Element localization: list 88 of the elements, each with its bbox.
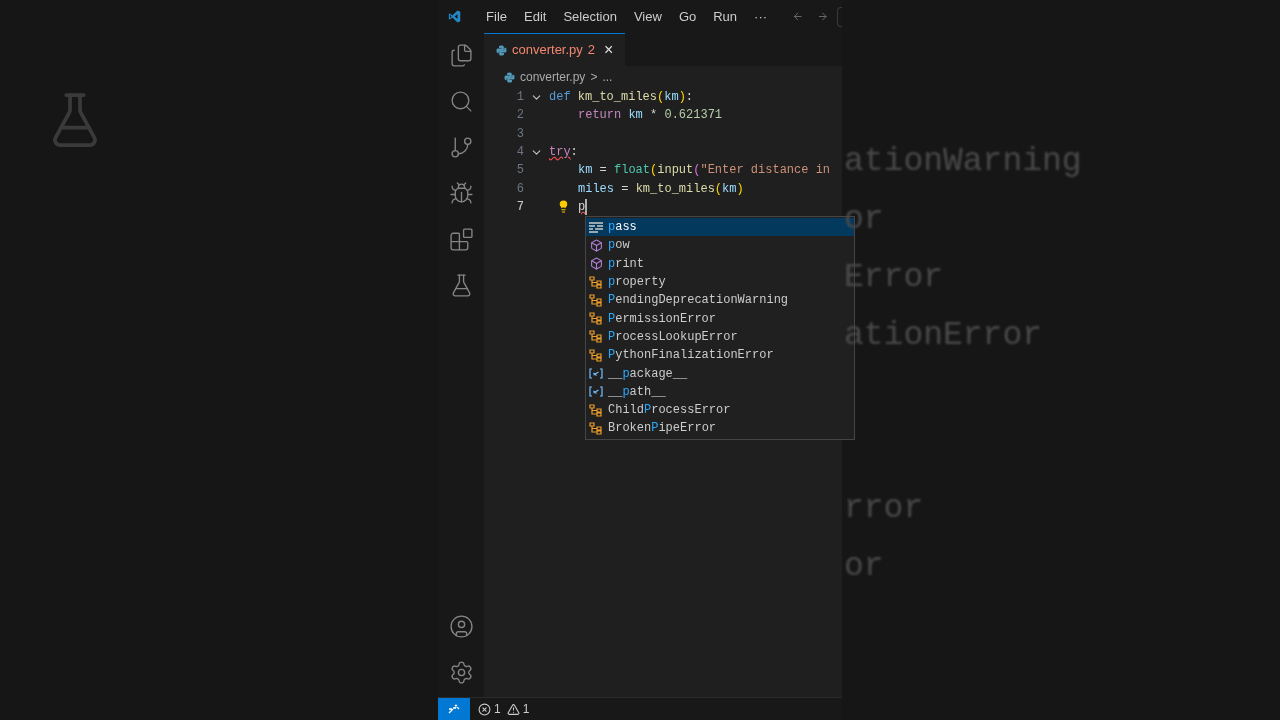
breadcrumb-item[interactable]: converter.py: [520, 68, 586, 86]
python-file-icon: [504, 71, 515, 83]
suggestion-item[interactable]: BrokenPipeError: [586, 419, 854, 438]
account-icon[interactable]: [448, 614, 474, 639]
suggestion-item[interactable]: pow: [586, 236, 854, 255]
suggestion-item[interactable]: PermissionError: [586, 309, 854, 328]
code-token: input: [657, 162, 694, 180]
class-icon: [589, 275, 603, 289]
class-icon: [589, 312, 603, 326]
cube-icon: [589, 257, 603, 271]
breadcrumb-item[interactable]: ...: [602, 68, 613, 86]
line-number: 7: [515, 198, 524, 216]
menu-item[interactable]: Run: [705, 4, 746, 29]
suggestion-item[interactable]: PythonFinalizationError: [586, 346, 854, 365]
breadcrumb-separator: >: [590, 69, 598, 86]
menu-item[interactable]: File: [478, 4, 516, 29]
tab-filename: converter.py: [512, 41, 583, 60]
class-icon: [589, 403, 603, 417]
line-number: 3: [515, 125, 524, 143]
code-token: km_to_miles: [635, 180, 715, 198]
suggestion-item[interactable]: ProcessLookupError: [586, 327, 854, 347]
code-token: km_to_miles: [577, 89, 658, 107]
variable-icon: [589, 386, 603, 398]
code-token: def: [549, 89, 572, 107]
warning-icon: [506, 702, 520, 716]
code-token: float: [614, 162, 651, 180]
menu-item[interactable]: Edit: [516, 4, 555, 29]
menu-item[interactable]: ···: [746, 4, 776, 29]
code-token: ): [678, 89, 686, 107]
suggestion-item[interactable]: ChildProcessError: [586, 400, 854, 420]
line-number: 5: [515, 162, 524, 180]
code-token: "Enter distance in: [700, 162, 831, 180]
line-number: 4: [515, 144, 524, 162]
code-token: :: [570, 144, 578, 162]
extensions-icon[interactable]: [448, 227, 474, 252]
search-icon[interactable]: [448, 89, 474, 114]
remote-button[interactable]: [438, 698, 470, 720]
keyword-icon: [589, 221, 603, 233]
cube-icon: [589, 238, 603, 252]
code-token: km: [664, 89, 679, 107]
remote-icon: [448, 704, 460, 714]
code-token: 0.621371: [664, 107, 723, 125]
run-debug-icon[interactable]: [448, 181, 474, 206]
suggestion-item[interactable]: __path__: [586, 382, 854, 401]
files-icon[interactable]: [448, 43, 474, 68]
error-icon: [478, 702, 491, 716]
menu-item[interactable]: Go: [670, 4, 705, 29]
code-token: return: [578, 107, 623, 125]
line-number: 6: [515, 180, 524, 198]
settings-icon[interactable]: [448, 660, 474, 685]
menu-item[interactable]: Selection: [555, 4, 625, 29]
warning-count: 1: [522, 701, 530, 718]
code-token: (: [657, 89, 665, 107]
close-tab-button[interactable]: ×: [604, 38, 614, 62]
problems-button[interactable]: 1 1: [478, 700, 530, 718]
code-token: try: [549, 144, 571, 162]
code-token: km: [722, 180, 737, 198]
problem-count: 2: [587, 41, 596, 60]
code-token: (: [650, 162, 658, 180]
class-icon: [589, 293, 603, 307]
code-token: miles: [578, 180, 614, 198]
code-token: km: [578, 162, 593, 180]
code-token: (: [714, 180, 723, 198]
menu-item[interactable]: View: [625, 4, 670, 29]
class-icon: [589, 421, 603, 435]
error-count: 1: [494, 701, 501, 718]
editor-tab[interactable]: converter.py 2 ×: [484, 33, 626, 66]
suggestion-item[interactable]: property: [586, 272, 854, 292]
suggestion-item[interactable]: __package__: [586, 364, 854, 383]
python-file-icon: [496, 44, 507, 56]
class-icon: [589, 330, 603, 344]
branch-icon[interactable]: [448, 135, 474, 160]
lightbulb-icon[interactable]: [557, 200, 570, 214]
code-token: :: [685, 89, 694, 107]
code-token: =: [620, 180, 630, 198]
app-logo-icon[interactable]: [448, 8, 462, 25]
code-token: km: [628, 107, 643, 125]
code-token: ): [736, 180, 744, 198]
code-token: (: [693, 162, 701, 180]
line-number: 1: [515, 89, 524, 107]
line-number: 2: [515, 107, 524, 125]
suggestion-item[interactable]: PendingDeprecationWarning: [586, 291, 854, 310]
variable-icon: [589, 368, 603, 379]
code-token: =: [598, 162, 608, 180]
suggestion-item[interactable]: print: [586, 254, 854, 273]
code-token: *: [649, 107, 659, 125]
class-icon: [589, 348, 603, 362]
code-token: p: [578, 198, 586, 216]
